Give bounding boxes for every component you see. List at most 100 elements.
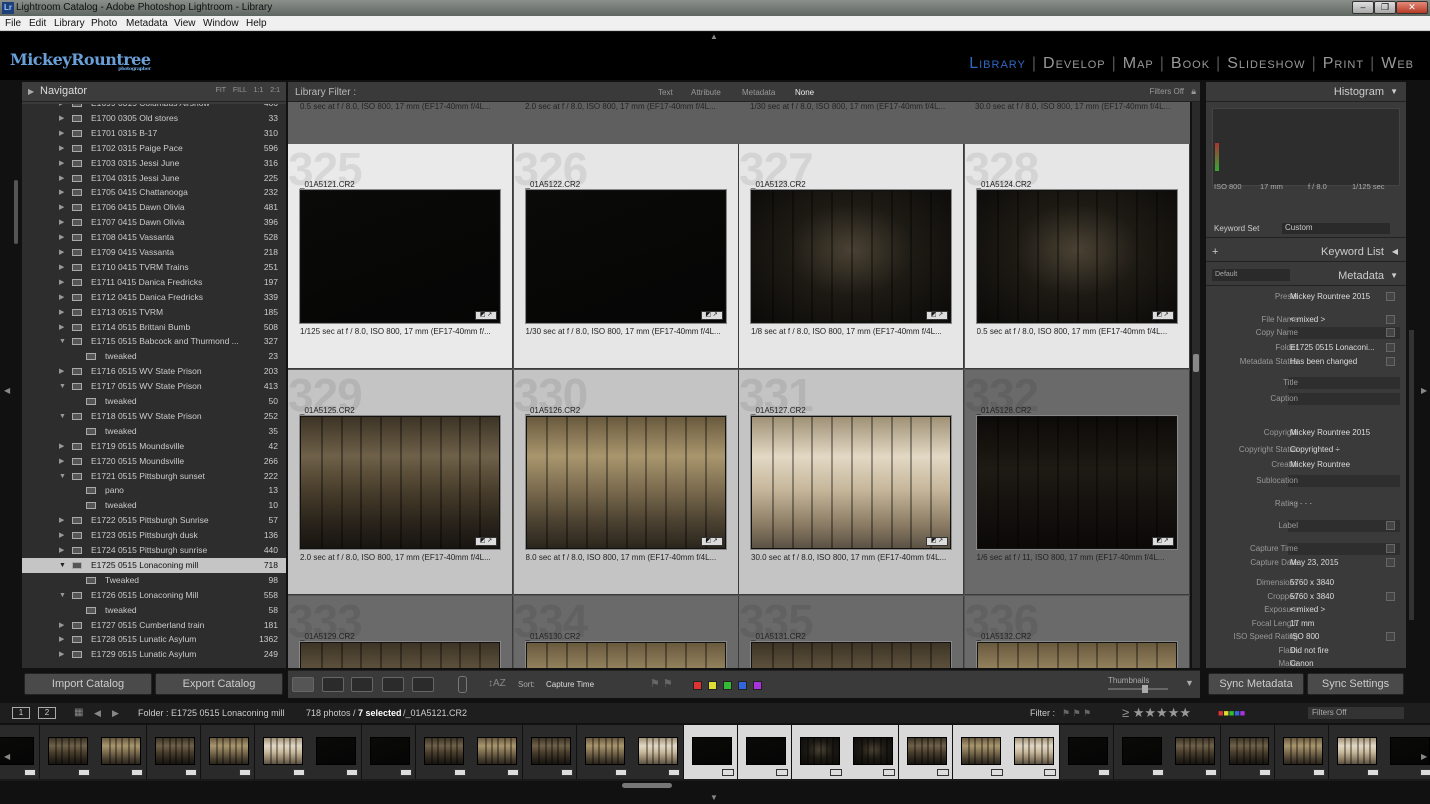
expand-triangle-icon[interactable]: ▶	[59, 126, 64, 141]
expand-triangle-icon[interactable]: ▶	[59, 632, 64, 647]
expand-triangle-icon[interactable]: ▶	[28, 87, 34, 96]
folder-row[interactable]: ▶ E1724 0515 Pittsburgh sunrise 440	[22, 543, 286, 558]
main-window-button[interactable]: 1	[12, 707, 30, 719]
module-map[interactable]: Map	[1123, 55, 1154, 72]
expand-triangle-icon[interactable]: ▶	[59, 275, 64, 290]
expand-triangle-icon[interactable]: ▶	[59, 513, 64, 528]
star-filter-icon[interactable]: ≥ ★★★★★	[1122, 703, 1191, 723]
grid-scroll-thumb[interactable]	[1193, 354, 1199, 372]
grid-cell[interactable]: 327 _01A5123.CR2 ◩ ↗ 1/8 sec at f / 8.0, IS…	[739, 143, 964, 369]
metadata-value[interactable]: < mixed >	[1290, 313, 1325, 327]
metadata-action-icon[interactable]	[1386, 521, 1395, 530]
color-filter-icon[interactable]: ■■■■■	[1218, 703, 1245, 723]
keyword-set-dropdown[interactable]: Custom	[1282, 223, 1390, 234]
metadata-row[interactable]: Flash Did not fire	[1206, 644, 1406, 658]
folder-row[interactable]: ▶ E1728 0515 Lunatic Asylum 1362	[22, 632, 286, 647]
metadata-row[interactable]: Caption	[1206, 392, 1406, 406]
metadata-input[interactable]	[1288, 377, 1400, 389]
expand-triangle-icon[interactable]: ▶	[59, 260, 64, 275]
filmstrip-thumbnail[interactable]	[523, 725, 577, 779]
forward-arrow-icon[interactable]: ▶	[112, 703, 119, 723]
module-book[interactable]: Book	[1171, 55, 1210, 72]
filmstrip-thumbnail[interactable]	[576, 725, 631, 779]
grid-cell[interactable]: 330 _01A5126.CR2 ◩ ↗ 8.0 sec at f / 8.0, IS…	[513, 369, 739, 595]
metadata-value[interactable]: 5760 x 3840	[1290, 590, 1334, 604]
grid-cell[interactable]: 332 _01A5128.CR2 ◩ ↗ 1/6 sec at f / 11, ISO…	[964, 369, 1190, 595]
minimize-button[interactable]: –	[1352, 1, 1374, 14]
metadata-row[interactable]: Folder E1725 0515 Lonaconi...	[1206, 341, 1406, 355]
photo-thumbnail[interactable]: ◩ ↗	[976, 190, 1177, 323]
folder-row[interactable]: ▶ E1708 0415 Vassanta 528	[22, 230, 286, 245]
metadata-row[interactable]: Cropped 5760 x 3840	[1206, 590, 1406, 604]
metadata-row[interactable]: Focal Length 17 mm	[1206, 617, 1406, 631]
filmstrip-thumbnail[interactable]	[93, 725, 148, 779]
metadata-value[interactable]: May 23, 2015	[1290, 556, 1338, 570]
expand-triangle-icon[interactable]: ▶	[59, 245, 64, 260]
survey-view-button[interactable]	[382, 677, 404, 692]
filter-none[interactable]: None	[795, 88, 814, 97]
filter-attribute[interactable]: Attribute	[691, 88, 721, 97]
thumbnail-size-slider[interactable]	[1108, 685, 1168, 693]
compare-view-button[interactable]	[351, 677, 373, 692]
metadata-row[interactable]: Creator Mickey Rountree	[1206, 458, 1406, 472]
sync-settings-button[interactable]: Sync Settings	[1307, 673, 1404, 695]
metadata-value[interactable]: 17 mm	[1290, 617, 1314, 631]
spray-can-icon[interactable]	[458, 676, 467, 693]
menu-view[interactable]: View	[174, 16, 196, 31]
grid-cell[interactable]: 335_01A5131.CR2◩ ↗	[739, 595, 964, 668]
toolbar-menu-chevron-icon[interactable]: ▼	[1185, 678, 1194, 688]
sort-dropdown[interactable]: Capture Time	[546, 680, 594, 689]
menu-window[interactable]: Window	[203, 16, 239, 31]
metadata-input[interactable]	[1288, 543, 1400, 555]
edit-badge-icon[interactable]: ◩ ↗	[926, 537, 948, 546]
folder-row[interactable]: ▶ E1700 0305 Old stores 33	[22, 111, 286, 126]
metadata-row[interactable]: Capture Date May 23, 2015	[1206, 556, 1406, 570]
photo-thumbnail[interactable]: ◩ ↗	[300, 642, 500, 668]
metadata-row[interactable]: Preset Mickey Rountree 2015	[1206, 290, 1406, 304]
filmstrip-thumbnail[interactable]	[1328, 725, 1383, 779]
menu-photo[interactable]: Photo	[91, 16, 117, 31]
collapse-triangle-icon[interactable]: ▼	[59, 588, 66, 603]
menu-metadata[interactable]: Metadata	[126, 16, 168, 31]
module-web[interactable]: Web	[1381, 55, 1414, 72]
metadata-value[interactable]: · · · · ·	[1290, 497, 1312, 511]
collapse-triangle-icon[interactable]: ▼	[59, 409, 66, 424]
metadata-row[interactable]: File Name < mixed >	[1206, 313, 1406, 327]
collapse-triangle-icon[interactable]: ▼	[59, 334, 66, 349]
expand-triangle-icon[interactable]: ▶	[59, 290, 64, 305]
metadata-action-icon[interactable]	[1386, 328, 1395, 337]
metadata-value[interactable]: 5760 x 3840	[1290, 576, 1334, 590]
import-catalog-button[interactable]: Import Catalog	[24, 673, 152, 695]
photo-thumbnail[interactable]: ◩ ↗	[300, 416, 500, 549]
metadata-action-icon[interactable]	[1386, 357, 1395, 366]
filmstrip-thumbnail[interactable]	[147, 725, 202, 779]
folder-row[interactable]: ▶ E1701 0315 B-17 310	[22, 126, 286, 141]
metadata-action-icon[interactable]	[1386, 544, 1395, 553]
folder-row[interactable]: tweaked 58	[22, 603, 286, 618]
filmstrip-thumbnail[interactable]	[361, 725, 416, 779]
folder-row[interactable]: pano 13	[22, 483, 286, 498]
folder-row[interactable]: ▶ E1713 0515 TVRM 185	[22, 305, 286, 320]
expand-triangle-icon[interactable]: ▶	[59, 543, 64, 558]
module-develop[interactable]: Develop	[1043, 55, 1106, 72]
metadata-row[interactable]: Sublocation	[1206, 474, 1406, 488]
expand-triangle-icon[interactable]: ▶	[59, 528, 64, 543]
collapse-triangle-icon[interactable]: ▼	[59, 558, 66, 573]
metadata-row[interactable]: Dimensions 5760 x 3840	[1206, 576, 1406, 590]
filmstrip-scroll-left-icon[interactable]: ◀	[4, 752, 10, 761]
folder-row[interactable]: ▶ E1710 0415 TVRM Trains 251	[22, 260, 286, 275]
metadata-row[interactable]: Exposure < mixed >	[1206, 603, 1406, 617]
edit-badge-icon[interactable]: ◩ ↗	[1151, 311, 1174, 320]
expand-triangle-icon[interactable]: ▶	[59, 454, 64, 469]
folder-row[interactable]: ▶ E1702 0315 Paige Pace 596	[22, 141, 286, 156]
folder-row[interactable]: ▼ E1718 0515 WV State Prison 252	[22, 409, 286, 424]
color-label-chip[interactable]	[723, 681, 732, 690]
expand-triangle-icon[interactable]: ▶	[59, 439, 64, 454]
filmstrip-thumbnail[interactable]	[254, 725, 309, 779]
expand-triangle-icon[interactable]: ▶	[59, 230, 64, 245]
histogram-header[interactable]: Histogram ▼	[1206, 82, 1406, 102]
filmstrip-filter-dropdown[interactable]: Filters Off	[1308, 707, 1404, 719]
people-view-button[interactable]	[412, 677, 434, 692]
folder-row[interactable]: ▶ E1711 0415 Danica Fredricks 197	[22, 275, 286, 290]
maximize-button[interactable]: ❐	[1374, 1, 1396, 14]
